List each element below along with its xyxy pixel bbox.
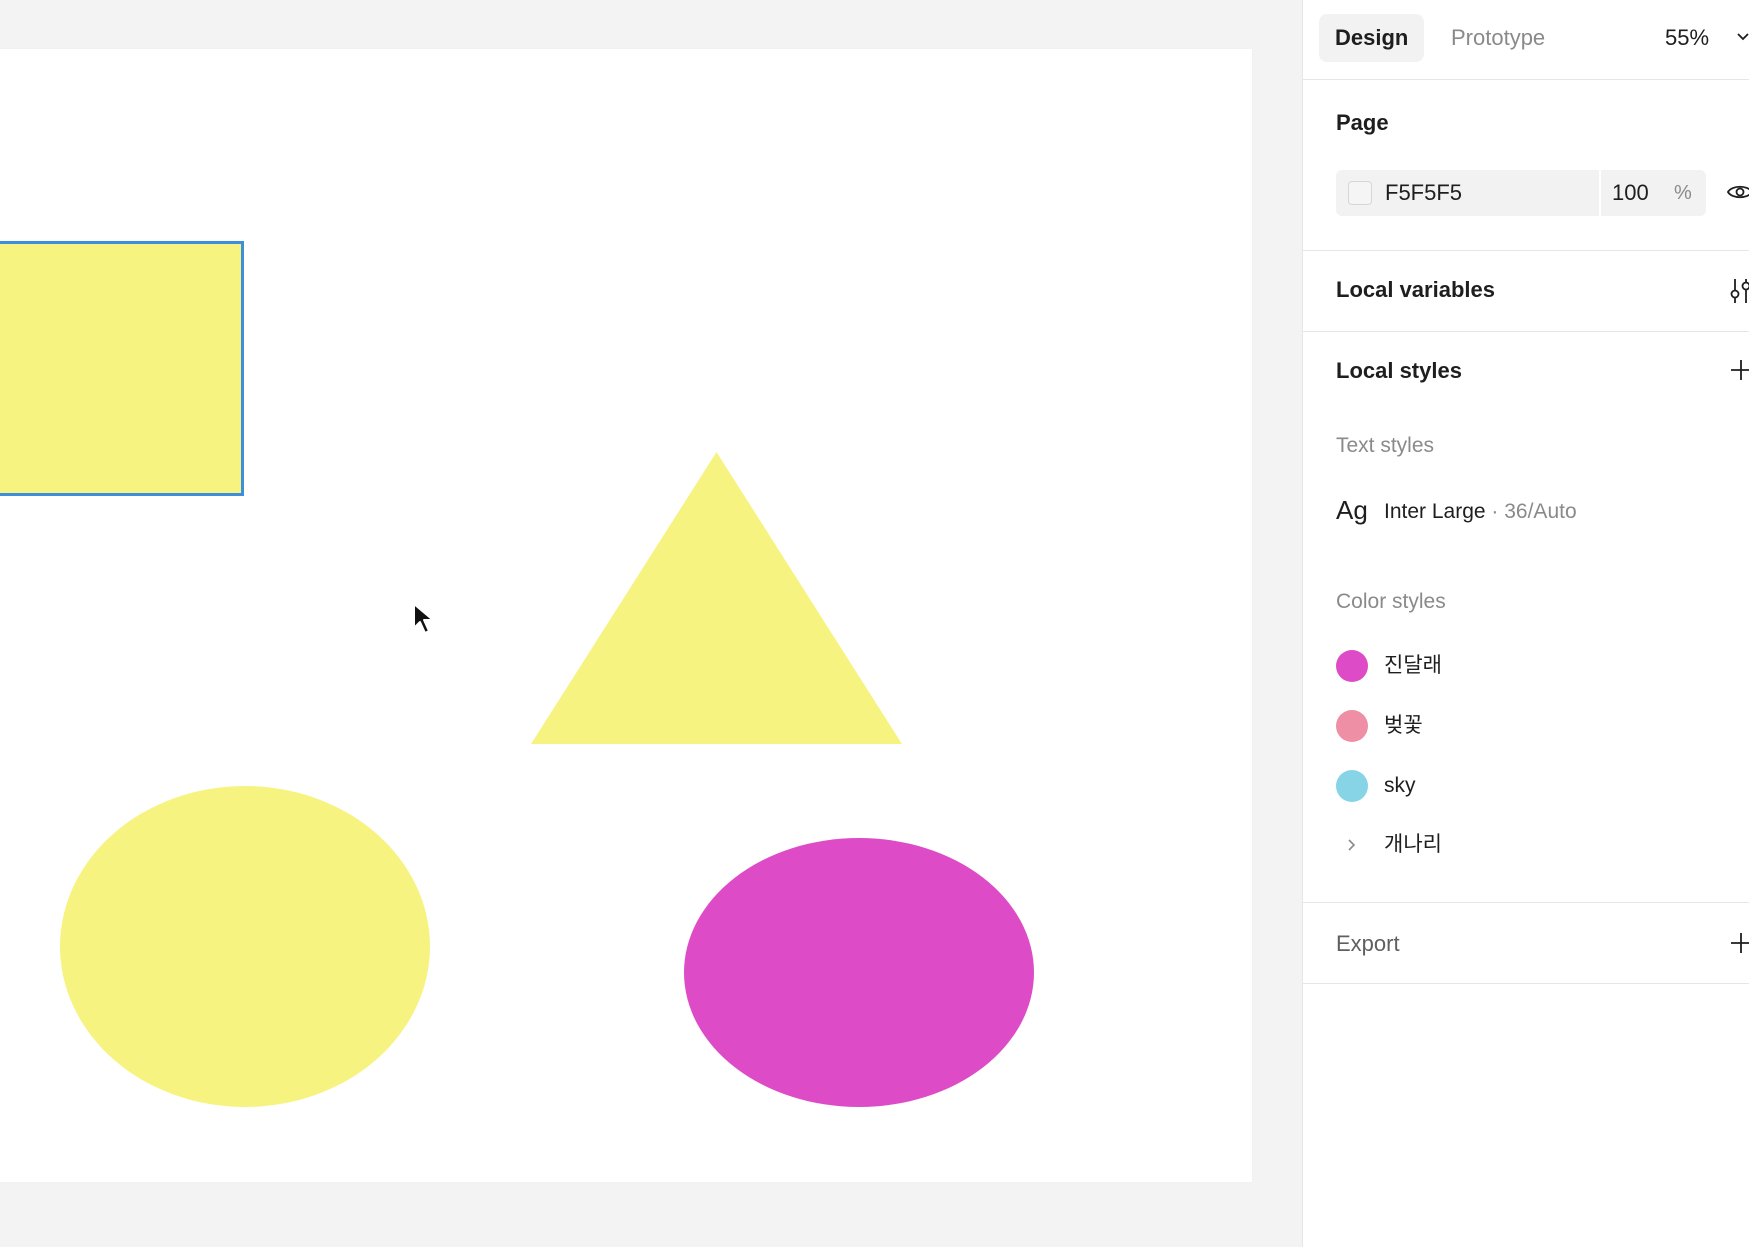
text-style-preview[interactable]: Ag bbox=[1336, 495, 1368, 526]
plus-icon[interactable] bbox=[1729, 358, 1749, 382]
text-style-name: Inter Large bbox=[1384, 500, 1486, 523]
yellow-triangle[interactable] bbox=[531, 452, 902, 744]
properties-panel: Design Prototype 55% Page F5F5F5 100 % L… bbox=[1302, 0, 1749, 1247]
color-style-name: sky bbox=[1384, 774, 1416, 797]
tab-design[interactable]: Design bbox=[1319, 14, 1425, 62]
color-style-group[interactable]: 개나리 bbox=[1336, 827, 1736, 863]
page-fill-field[interactable]: F5F5F5 100 % bbox=[1336, 170, 1706, 216]
local-styles-section: Local styles Text styles Ag Inter Large … bbox=[1303, 332, 1749, 903]
yellow-ellipse[interactable] bbox=[60, 786, 430, 1107]
color-style-item[interactable]: 진달래 bbox=[1336, 648, 1736, 684]
page-fill-hex[interactable]: F5F5F5 bbox=[1385, 170, 1462, 216]
canvas[interactable] bbox=[0, 0, 1302, 1247]
variables-icon[interactable] bbox=[1729, 277, 1749, 305]
magenta-ellipse[interactable] bbox=[684, 838, 1034, 1107]
percent-sign: % bbox=[1674, 182, 1692, 204]
chevron-right-icon[interactable] bbox=[1346, 837, 1358, 853]
local-styles-title: Local styles bbox=[1336, 358, 1462, 383]
selected-yellow-rectangle[interactable] bbox=[0, 241, 244, 496]
export-title[interactable]: Export bbox=[1336, 931, 1400, 957]
color-swatch bbox=[1336, 770, 1368, 802]
export-section[interactable]: Export bbox=[1303, 903, 1749, 984]
text-style-item[interactable]: Inter Large · 36/Auto bbox=[1384, 500, 1577, 524]
zoom-level[interactable]: 55% bbox=[1665, 14, 1709, 62]
color-style-item[interactable]: sky bbox=[1336, 768, 1736, 804]
eye-icon[interactable] bbox=[1727, 179, 1749, 205]
color-style-group-name: 개나리 bbox=[1384, 833, 1442, 856]
color-style-name: 진달래 bbox=[1384, 654, 1442, 677]
plus-icon[interactable] bbox=[1729, 931, 1749, 955]
text-style-meta: · 36/Auto bbox=[1485, 500, 1577, 523]
panel-tabs: Design Prototype 55% bbox=[1303, 0, 1749, 80]
local-variables-title[interactable]: Local variables bbox=[1336, 277, 1495, 303]
page-fill-opacity[interactable]: 100 bbox=[1612, 170, 1649, 216]
page-section: Page F5F5F5 100 % bbox=[1303, 80, 1749, 251]
field-divider bbox=[1599, 170, 1601, 216]
color-style-item[interactable]: 벚꽃 bbox=[1336, 708, 1736, 744]
chevron-down-icon[interactable] bbox=[1736, 30, 1749, 44]
page-section-title: Page bbox=[1336, 110, 1389, 135]
color-swatch bbox=[1336, 710, 1368, 742]
local-variables-section[interactable]: Local variables bbox=[1303, 251, 1749, 332]
page-frame[interactable] bbox=[0, 49, 1252, 1182]
mouse-cursor-icon bbox=[413, 603, 434, 634]
color-swatch bbox=[1336, 650, 1368, 682]
color-styles-label: Color styles bbox=[1336, 590, 1446, 613]
text-styles-label: Text styles bbox=[1336, 434, 1435, 457]
color-style-name: 벚꽃 bbox=[1384, 714, 1423, 737]
page-color-swatch[interactable] bbox=[1348, 181, 1372, 205]
tab-prototype[interactable]: Prototype bbox=[1435, 14, 1561, 62]
